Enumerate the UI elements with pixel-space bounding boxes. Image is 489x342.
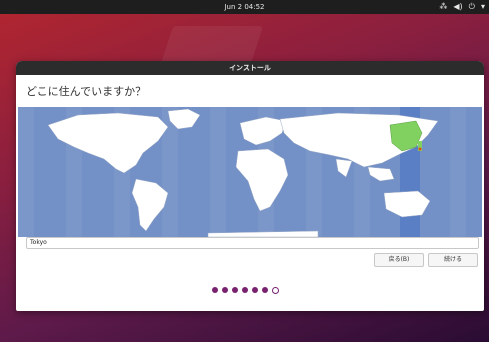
continue-button[interactable]: 続ける	[428, 253, 478, 267]
system-tray[interactable]: ⁂ ◀︎) ⏻ ▾	[439, 2, 485, 12]
volume-icon[interactable]: ◀︎)	[453, 2, 462, 12]
back-button[interactable]: 戻る(B)	[374, 253, 424, 267]
progress-dots	[212, 287, 279, 294]
step-dot-current	[272, 287, 279, 294]
page-heading: どこに住んでいますか？	[26, 85, 147, 98]
clock[interactable]: Jun 2 04:52	[0, 3, 489, 11]
location-pin	[418, 147, 422, 151]
installer-window: インストール どこに住んでいますか？ Tokyo 戻る(B) 続ける	[16, 61, 484, 311]
menu-arrow-icon[interactable]: ▾	[481, 2, 485, 12]
world-map-graphic	[18, 107, 466, 237]
top-bar: Jun 2 04:52 ⁂ ◀︎) ⏻ ▾	[0, 0, 489, 14]
step-dot	[252, 287, 258, 293]
step-dot	[262, 287, 268, 293]
window-title: インストール	[16, 61, 484, 75]
europe	[239, 116, 287, 146]
step-dot	[232, 287, 238, 293]
timezone-input[interactable]: Tokyo	[26, 237, 479, 249]
power-icon[interactable]: ⏻	[469, 2, 475, 12]
step-dot	[222, 287, 228, 293]
step-dot	[242, 287, 248, 293]
africa	[235, 148, 289, 212]
india	[335, 158, 353, 178]
southeast-asia	[367, 166, 395, 182]
step-dot	[212, 287, 218, 293]
network-icon[interactable]: ⁂	[439, 2, 447, 12]
australia	[383, 190, 431, 218]
timezone-map[interactable]	[18, 107, 482, 237]
